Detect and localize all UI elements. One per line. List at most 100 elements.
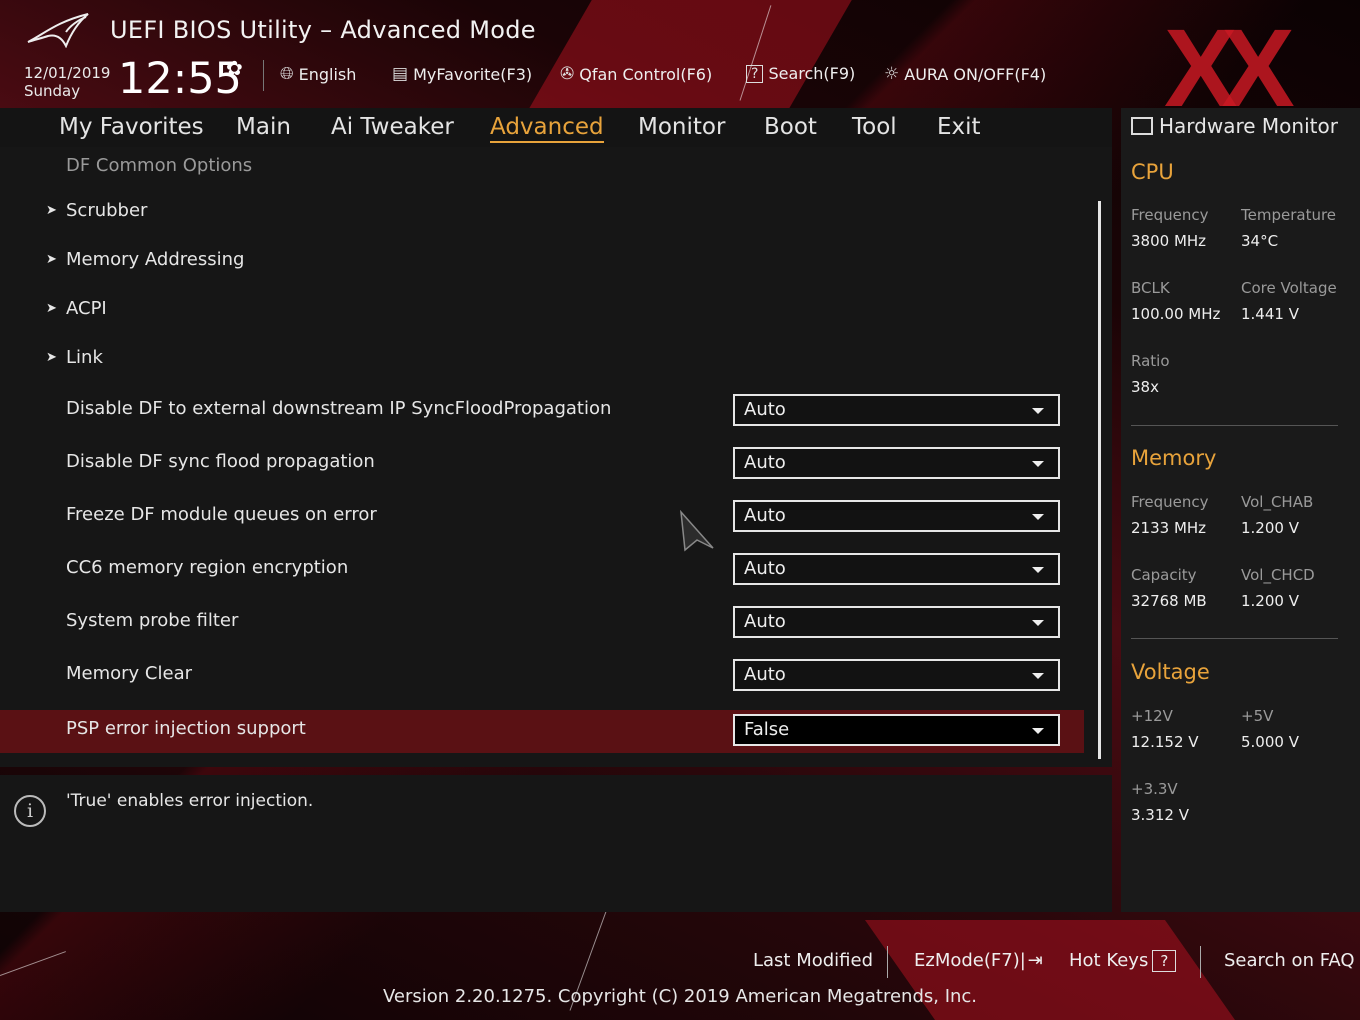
mouse-cursor-icon <box>680 510 714 552</box>
submenu-label: ACPI <box>66 298 107 319</box>
exit-arrow-icon: ⇥ <box>1027 950 1043 971</box>
capacity-value: 32768 MB <box>1131 592 1207 610</box>
day-value: Sunday <box>24 82 81 100</box>
submenu-link[interactable]: ➤ Link <box>0 339 1084 382</box>
version-text: Version 2.20.1275. Copyright (C) 2019 Am… <box>382 986 978 1007</box>
chevron-right-icon: ➤ <box>46 252 57 267</box>
cpu-temperature-label: Temperature <box>1241 206 1337 224</box>
cpu-frequency-label: Frequency <box>1131 206 1209 224</box>
ratio-value: 38x <box>1131 378 1159 396</box>
scrollbar[interactable] <box>1098 201 1101 759</box>
fan-icon: ✇ <box>560 64 575 84</box>
setting-dropdown[interactable]: Auto <box>733 500 1060 532</box>
bclk-value: 100.00 MHz <box>1131 305 1221 323</box>
section-heading: DF Common Options <box>66 155 253 176</box>
myfavorite-button[interactable]: ▤ MyFavorite(F3) <box>392 64 532 84</box>
v33-label: +3.3V <box>1131 780 1178 798</box>
setting-label: Freeze DF module queues on error <box>66 504 377 525</box>
divider <box>263 60 264 91</box>
aura-light-icon: ☼ <box>884 64 900 84</box>
ratio-label: Ratio <box>1131 352 1170 370</box>
dropdown-value: Auto <box>744 452 786 473</box>
caret-down-icon <box>1032 673 1044 679</box>
section-divider <box>1131 638 1338 639</box>
dropdown-value: Auto <box>744 505 786 526</box>
setting-dropdown[interactable]: Auto <box>733 447 1060 479</box>
last-modified-button[interactable]: Last Modified <box>753 950 873 971</box>
dropdown-value: Auto <box>744 611 786 632</box>
list-icon: ▤ <box>392 64 409 84</box>
setting-label: PSP error injection support <box>66 718 306 739</box>
chevron-right-icon: ➤ <box>46 203 57 218</box>
memory-section-title: Memory <box>1131 446 1217 470</box>
cpu-section-title: CPU <box>1131 160 1174 184</box>
help-text: 'True' enables error injection. <box>66 791 314 811</box>
submenu-label: Memory Addressing <box>66 249 245 270</box>
v5-label: +5V <box>1241 707 1274 725</box>
info-icon: i <box>14 795 46 827</box>
tab-exit[interactable]: Exit <box>937 114 981 140</box>
submenu-label: Scrubber <box>66 200 148 221</box>
core-voltage-value: 1.441 V <box>1241 305 1299 323</box>
hardware-monitor-title: Hardware Monitor <box>1159 114 1338 138</box>
tab-boot[interactable]: Boot <box>764 114 817 140</box>
dropdown-value: Auto <box>744 664 786 685</box>
dropdown-value: Auto <box>744 399 786 420</box>
hardware-monitor-panel: Hardware Monitor CPU Frequency Temperatu… <box>1121 108 1360 912</box>
v33-value: 3.312 V <box>1131 806 1189 824</box>
ezmode-button[interactable]: EzMode(F7)| ⇥ <box>914 950 1043 971</box>
v12-label: +12V <box>1131 707 1173 725</box>
setting-label: Disable DF to external downstream IP Syn… <box>66 398 612 419</box>
caret-down-icon <box>1032 728 1044 734</box>
v12-value: 12.152 V <box>1131 733 1199 751</box>
aura-button[interactable]: ☼ AURA ON/OFF(F4) <box>884 64 1046 84</box>
vol-chcd-label: Vol_CHCD <box>1241 566 1315 584</box>
setting-row: Memory Clear Auto <box>0 655 1084 698</box>
setting-row: Disable DF sync flood propagation Auto <box>0 443 1084 486</box>
setting-dropdown[interactable]: Auto <box>733 553 1060 585</box>
submenu-scrubber[interactable]: ➤ Scrubber <box>0 192 1084 235</box>
submenu-memory-addressing[interactable]: ➤ Memory Addressing <box>0 241 1084 284</box>
tab-tool[interactable]: Tool <box>852 114 897 140</box>
help-key-icon: ? <box>1152 950 1177 972</box>
monitor-icon <box>1131 117 1153 135</box>
tab-advanced[interactable]: Advanced <box>490 114 604 143</box>
vol-chcd-value: 1.200 V <box>1241 592 1299 610</box>
search-help-icon: ? <box>746 64 764 83</box>
hot-keys-button[interactable]: Hot Keys? <box>1069 950 1177 972</box>
settings-panel: DF Common Options ➤ Scrubber ➤ Memory Ad… <box>0 147 1112 767</box>
section-divider <box>1131 425 1338 426</box>
tab-monitor[interactable]: Monitor <box>638 114 725 140</box>
dropdown-value: Auto <box>744 558 786 579</box>
vol-chab-label: Vol_CHAB <box>1241 493 1314 511</box>
qfan-control-button[interactable]: ✇ Qfan Control(F6) <box>560 64 712 84</box>
clock: 12:55 <box>118 54 242 104</box>
bclk-label: BCLK <box>1131 279 1170 297</box>
setting-dropdown[interactable]: Auto <box>733 606 1060 638</box>
search-label: Search(F9) <box>768 64 856 83</box>
tab-my-favorites[interactable]: My Favorites <box>59 114 204 140</box>
setting-label: Memory Clear <box>66 663 192 684</box>
setting-dropdown[interactable]: Auto <box>733 659 1060 691</box>
gear-icon[interactable]: ✿ <box>226 56 243 80</box>
submenu-acpi[interactable]: ➤ ACPI <box>0 290 1084 333</box>
footer-divider <box>1200 946 1201 978</box>
setting-dropdown[interactable]: Auto <box>733 394 1060 426</box>
tab-main[interactable]: Main <box>236 114 291 140</box>
cpu-temperature-value: 34°C <box>1241 232 1279 250</box>
search-faq-button[interactable]: Search on FAQ <box>1224 950 1355 971</box>
globe-icon: 🌐︎ <box>280 64 294 84</box>
setting-dropdown[interactable]: False <box>733 714 1060 746</box>
capacity-label: Capacity <box>1131 566 1197 584</box>
caret-down-icon <box>1032 567 1044 573</box>
core-voltage-label: Core Voltage <box>1241 279 1337 297</box>
search-button[interactable]: ? Search(F9) <box>746 64 855 83</box>
vol-chab-value: 1.200 V <box>1241 519 1299 537</box>
page-title: UEFI BIOS Utility – Advanced Mode <box>110 16 536 44</box>
submenu-label: Link <box>66 347 103 368</box>
setting-label: Disable DF sync flood propagation <box>66 451 375 472</box>
tab-ai-tweaker[interactable]: Ai Tweaker <box>331 114 454 140</box>
aura-label: AURA ON/OFF(F4) <box>904 64 1047 84</box>
main-menu-bar: My Favorites Main Ai Tweaker Advanced Mo… <box>0 108 1112 147</box>
language-button[interactable]: 🌐︎ English <box>280 64 356 84</box>
